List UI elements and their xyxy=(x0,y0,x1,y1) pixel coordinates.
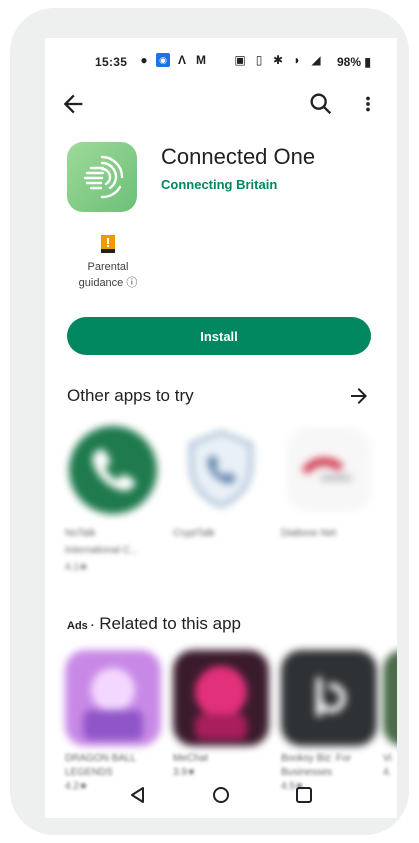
other-apps-heading: Other apps to try xyxy=(67,386,194,405)
mechat-app-icon xyxy=(173,650,269,746)
battery-level: 98% ▮ xyxy=(337,55,371,69)
more-vert-icon[interactable] xyxy=(357,90,379,118)
status-system-icons: ▣ ▯ ✱ ◗ ◢ xyxy=(233,53,323,67)
wifi-icon: ◗ xyxy=(293,53,301,67)
messages-icon: ◉ xyxy=(156,53,170,67)
related-app-card[interactable]: MeChat 3.9★ xyxy=(173,650,269,779)
install-button[interactable]: Install xyxy=(67,317,371,355)
app-title: Connected One xyxy=(161,144,316,169)
connected-one-app-icon xyxy=(67,142,137,212)
dragon-ball-app-icon xyxy=(65,650,161,746)
other-app-name: Dialtone Net xyxy=(281,528,337,539)
gmail-icon: M xyxy=(196,53,206,67)
battery-percent: 98% xyxy=(337,55,362,69)
nav-home-icon[interactable] xyxy=(210,784,232,806)
related-app-name: Booksy Biz: For xyxy=(281,753,352,764)
nfc-icon: ▣ xyxy=(234,53,246,67)
nav-recents-icon[interactable] xyxy=(293,784,315,806)
search-icon[interactable] xyxy=(307,90,335,118)
phone-app-icon xyxy=(69,426,157,514)
related-app-card[interactable]: Vi 4. xyxy=(383,650,397,779)
related-app-card[interactable]: DRAGON BALL LEGENDS 4.2★ xyxy=(65,650,161,793)
status-notification-icons: ● ◉ Λ M xyxy=(137,53,208,67)
shield-phone-app-icon xyxy=(189,430,253,508)
dialtone-app-icon xyxy=(287,428,371,512)
related-title: Related to this app xyxy=(99,614,241,633)
related-app-name: Vi xyxy=(383,753,392,764)
phone-screen: 15:35 ● ◉ Λ M ▣ ▯ ✱ ◗ ◢ 98% ▮ Connected … xyxy=(45,38,397,818)
related-app-name: DRAGON BALL xyxy=(65,753,137,764)
other-app-subtitle: International C... xyxy=(65,545,139,556)
other-app-name: CryptTalk xyxy=(173,528,215,539)
bluetooth-icon: ✱ xyxy=(272,53,284,67)
other-app-name: NoTalk xyxy=(65,528,96,539)
system-nav-bar xyxy=(45,778,397,812)
top-app-bar xyxy=(45,90,397,118)
status-time: 15:35 xyxy=(95,55,128,69)
vi-app-icon xyxy=(383,650,397,746)
other-app-card[interactable]: Dialtone Net xyxy=(281,422,377,540)
status-bar: 15:35 ● ◉ Λ M ▣ ▯ ✱ ◗ ◢ 98% ▮ xyxy=(45,52,397,74)
parental-guidance-line2: guidance ⓘ xyxy=(78,277,138,289)
developer-link[interactable]: Connecting Britain xyxy=(161,177,277,192)
nav-back-icon[interactable] xyxy=(127,784,149,806)
parental-guidance-icon xyxy=(101,235,115,253)
vibrate-icon: ▯ xyxy=(255,53,263,67)
back-arrow-icon[interactable] xyxy=(59,90,87,118)
booksy-app-icon xyxy=(281,650,377,746)
signal-icon: ◢ xyxy=(311,53,321,67)
other-app-rating: 4.1★ xyxy=(65,562,88,573)
ads-tag: Ads · xyxy=(67,620,95,632)
related-heading: Ads · Related to this app xyxy=(67,614,241,634)
battery-icon: ▮ xyxy=(364,55,371,69)
parental-guidance-label[interactable]: Parental guidance ⓘ xyxy=(65,259,151,291)
other-app-card[interactable]: CryptTalk xyxy=(173,422,269,540)
related-app-name: MeChat xyxy=(173,753,209,764)
a-icon: Λ xyxy=(177,53,186,67)
fingerprint-icon xyxy=(83,155,124,199)
arrow-forward-icon[interactable] xyxy=(347,384,371,408)
parental-guidance-line1: Parental xyxy=(87,261,129,273)
other-app-card[interactable]: NoTalk International C... 4.1★ xyxy=(65,422,161,574)
related-app-card[interactable]: Booksy Biz: For Businesses 4.5★ xyxy=(281,650,377,793)
chat-bubble-icon: ● xyxy=(140,53,148,67)
